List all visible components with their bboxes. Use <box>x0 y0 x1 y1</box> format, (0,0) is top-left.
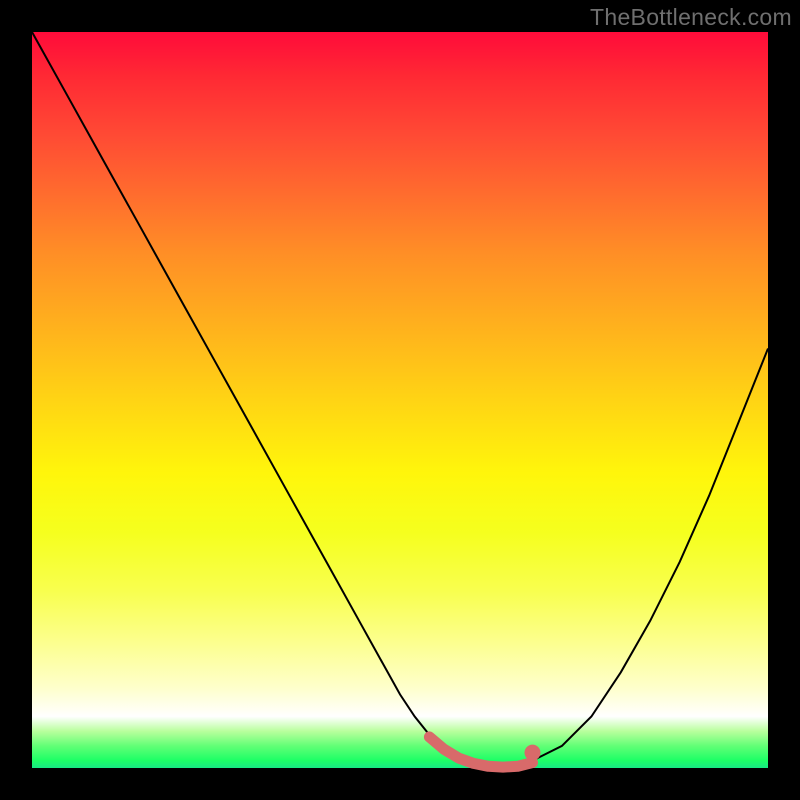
tolerance-end-dot <box>525 745 541 761</box>
tolerance-band <box>429 737 532 767</box>
watermark-text: TheBottleneck.com <box>590 4 792 31</box>
plot-area <box>32 32 768 768</box>
bottleneck-curve <box>32 32 768 765</box>
curve-layer <box>32 32 768 768</box>
chart-frame: TheBottleneck.com <box>0 0 800 800</box>
